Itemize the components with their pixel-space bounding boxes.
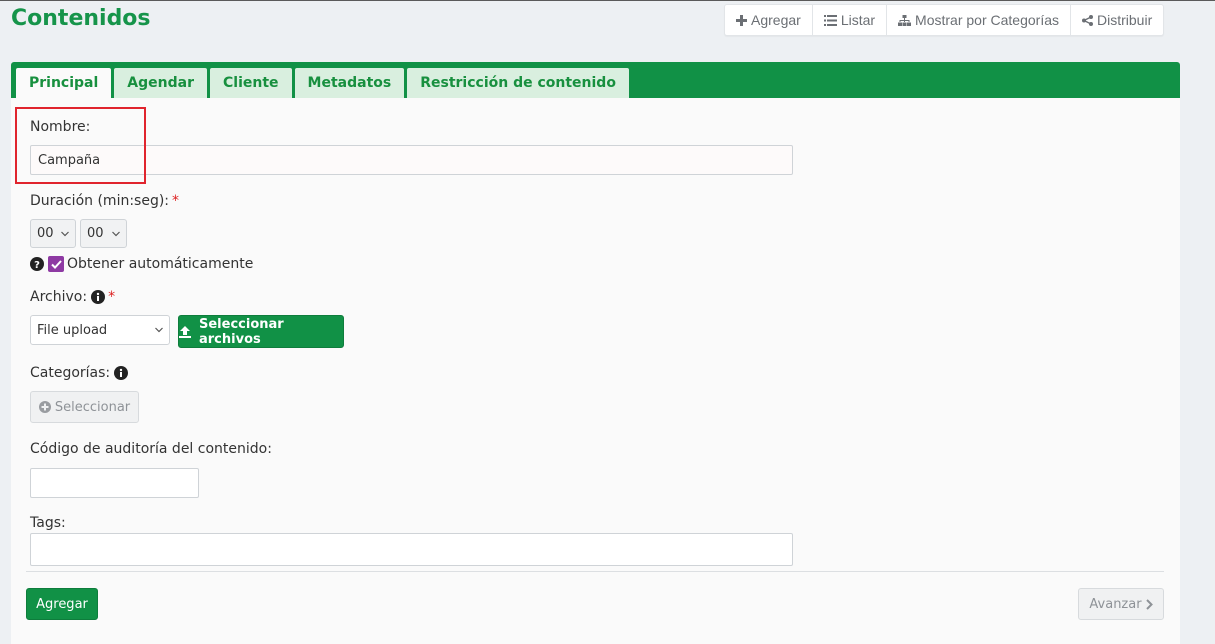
add-button[interactable]: Agregar: [725, 5, 813, 35]
plus-circle-icon: [38, 401, 51, 413]
file-label: Archivo: *: [30, 289, 115, 305]
add-button-label: Agregar: [751, 12, 801, 28]
select-categories-label: Seleccionar: [54, 399, 131, 415]
distribute-button[interactable]: Distribuir: [1071, 5, 1163, 35]
list-button-label: Listar: [840, 12, 876, 28]
required-mark: *: [108, 289, 116, 305]
info-icon[interactable]: [91, 290, 106, 304]
submit-add-button[interactable]: Agregar: [26, 588, 98, 620]
tab-agendar[interactable]: Agendar: [114, 68, 207, 98]
tags-input[interactable]: [30, 533, 793, 566]
name-field-highlight: [15, 107, 146, 184]
file-source-select[interactable]: File upload: [30, 315, 170, 345]
tab-bar: Principal Agendar Cliente Metadatos Rest…: [11, 62, 1180, 98]
share-icon: [1082, 14, 1097, 26]
chevron-down-icon: [112, 231, 120, 236]
chevron-down-icon: [155, 327, 163, 333]
audit-code-input[interactable]: [30, 468, 199, 498]
chevron-down-icon: [61, 231, 69, 236]
select-files-button[interactable]: Seleccionar archivos: [178, 315, 344, 348]
audit-code-label: Código de auditoría del contenido:: [30, 441, 272, 457]
file-source-value: File upload: [37, 322, 108, 338]
info-icon[interactable]: [114, 366, 129, 380]
check-icon: [50, 259, 62, 269]
categories-label-text: Categorías:: [30, 365, 111, 381]
help-icon[interactable]: ?: [30, 257, 44, 271]
duration-minutes-select[interactable]: 00: [30, 219, 76, 248]
duration-label: Duración (min:seg): *: [30, 193, 179, 209]
file-label-text: Archivo:: [30, 289, 88, 305]
required-mark: *: [172, 193, 180, 209]
next-button[interactable]: Avanzar: [1078, 588, 1164, 620]
show-by-categories-button[interactable]: Mostrar por Categorías: [887, 5, 1071, 35]
tab-metadatos[interactable]: Metadatos: [294, 68, 405, 98]
page-title: Contenidos: [11, 6, 151, 31]
auto-duration-checkbox[interactable]: [48, 256, 64, 272]
duration-seconds-value: 00: [87, 226, 104, 241]
auto-duration-label: Obtener automáticamente: [67, 256, 254, 272]
next-button-label: Avanzar: [1089, 596, 1142, 612]
list-button[interactable]: Listar: [813, 5, 888, 35]
tab-cliente[interactable]: Cliente: [210, 68, 292, 98]
plus-icon: [736, 14, 751, 26]
sitemap-icon: [898, 14, 915, 26]
duration-minutes-value: 00: [37, 226, 54, 241]
select-files-label: Seleccionar archivos: [199, 316, 284, 347]
chevron-right-icon: [1145, 598, 1153, 610]
select-categories-button[interactable]: Seleccionar: [30, 391, 139, 423]
tags-label: Tags:: [30, 515, 66, 531]
svg-text:?: ?: [34, 260, 40, 271]
duration-seconds-select[interactable]: 00: [80, 219, 127, 248]
top-toolbar: Agregar Listar Mostrar por Categorías Di…: [724, 4, 1165, 36]
duration-label-text: Duración (min:seg):: [30, 193, 170, 209]
list-icon: [823, 14, 841, 26]
upload-icon: [179, 325, 191, 338]
tab-restriccion-contenido[interactable]: Restricción de contenido: [407, 68, 629, 98]
tab-principal[interactable]: Principal: [16, 68, 112, 98]
categories-label: Categorías:: [30, 365, 129, 381]
show-by-categories-label: Mostrar por Categorías: [915, 12, 1059, 28]
form-divider: [26, 571, 1164, 572]
distribute-button-label: Distribuir: [1097, 12, 1153, 28]
